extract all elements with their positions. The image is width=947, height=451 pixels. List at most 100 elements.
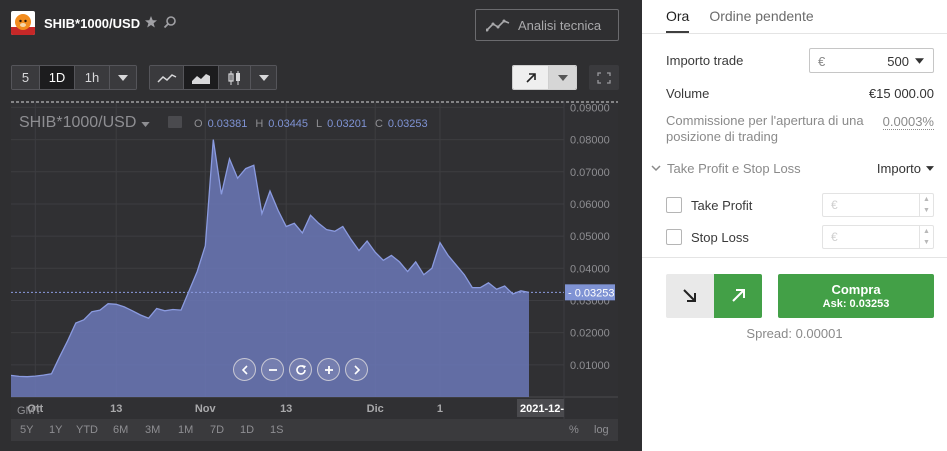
order-panel: Ora Ordine pendente Importo trade € 500 … [642, 0, 947, 451]
ohlc-value: 0.03445 [268, 118, 309, 130]
chart-type-dropdown-button[interactable] [251, 66, 276, 89]
take-profit-stepper[interactable]: ▲ ▼ [919, 194, 933, 216]
crosshair-date-label: 2021-12- [520, 403, 564, 415]
ohlc-label: H [255, 118, 264, 130]
stepper-down-icon[interactable]: ▼ [923, 239, 930, 246]
stepper-up-icon[interactable]: ▲ [923, 228, 930, 235]
minus-icon [268, 368, 277, 371]
ohlc-readout: O 0.03381 H 0.03445 L 0.03201 C 0.03253 [194, 118, 431, 130]
range-option[interactable]: 1M [178, 424, 193, 436]
arrow-tool-button[interactable] [513, 66, 549, 89]
take-profit-row: Take Profit [666, 197, 752, 213]
tpsl-label: Take Profit e Stop Loss [667, 161, 801, 176]
scroll-left-button[interactable] [233, 358, 256, 381]
chevron-down-icon [141, 122, 150, 127]
tab-pending-order[interactable]: Ordine pendente [709, 0, 813, 33]
interval-selector: 5 1D 1h [11, 65, 137, 90]
stop-loss-placeholder: € [831, 230, 838, 244]
stop-loss-input[interactable]: € ▲ ▼ [822, 225, 934, 249]
percent-scale-toggle[interactable]: % [569, 424, 579, 436]
interval-option[interactable]: 5 [12, 66, 40, 89]
search-icon[interactable] [163, 15, 177, 29]
chevron-down-icon [915, 58, 924, 64]
y-tick-label: 0.04000 [570, 263, 610, 275]
range-option[interactable]: 1Y [49, 424, 62, 436]
buy-direction-button[interactable] [714, 274, 762, 318]
direction-toggle [666, 274, 762, 318]
amount-value: 500 [887, 54, 909, 69]
interval-option[interactable]: 1h [75, 66, 110, 89]
range-option[interactable]: 7D [210, 424, 224, 436]
stepper-down-icon[interactable]: ▼ [923, 207, 930, 214]
stop-loss-stepper[interactable]: ▲ ▼ [919, 226, 933, 248]
x-tick-label: 1 [437, 403, 443, 415]
take-profit-input[interactable]: € ▲ ▼ [822, 193, 934, 217]
log-scale-toggle[interactable]: log [594, 424, 609, 436]
star-icon[interactable] [144, 15, 158, 29]
price-chart[interactable]: 0.09000 0.08000 0.07000 0.06000 0.05000 0.040… [11, 101, 618, 419]
chart-settings-icon[interactable] [168, 116, 182, 128]
chevron-down-icon [557, 74, 568, 81]
tpsl-mode-select[interactable]: Importo [877, 161, 934, 176]
current-price-label: - 0.03253 [568, 287, 614, 299]
stepper-up-icon[interactable]: ▲ [923, 196, 930, 203]
chart-panel: SHIB*1000/USD Analisi tecnica 5 1D 1h 0.… [0, 0, 642, 451]
take-profit-checkbox[interactable] [666, 197, 682, 213]
area-chart-button[interactable] [184, 66, 219, 89]
chevron-down-icon [118, 74, 128, 81]
line-chart-button[interactable] [150, 66, 184, 89]
take-profit-placeholder: € [831, 198, 838, 212]
range-option[interactable]: 1S [270, 424, 283, 436]
interval-dropdown-button[interactable] [110, 66, 136, 89]
y-tick-label: 0.02000 [570, 328, 610, 340]
candlestick-chart-button[interactable] [219, 66, 251, 89]
buy-ask-price: Ask: 0.03253 [822, 298, 890, 310]
ohlc-value: 0.03253 [387, 118, 428, 130]
tpsl-toggle[interactable]: Take Profit e Stop Loss [651, 161, 801, 176]
tab-market[interactable]: Ora [666, 0, 690, 33]
arrow-up-right-icon [525, 72, 536, 83]
range-option[interactable]: 5Y [20, 424, 33, 436]
candlestick-icon [227, 70, 240, 85]
drawing-tool-selector [512, 65, 577, 90]
chevron-right-icon [353, 364, 360, 375]
technical-analysis-button[interactable]: Analisi tecnica [475, 9, 619, 41]
y-tick-label: 0.05000 [570, 231, 610, 243]
refresh-icon [295, 364, 306, 375]
divider [642, 257, 947, 258]
range-option[interactable]: 3M [145, 424, 160, 436]
timezone-label: GMT [17, 405, 42, 417]
x-tick-label: 13 [280, 403, 292, 415]
technical-analysis-label: Analisi tecnica [518, 17, 602, 33]
commission-value[interactable]: 0.0003% [882, 114, 934, 130]
range-option[interactable]: 1D [240, 424, 254, 436]
range-option[interactable]: 6M [113, 424, 128, 436]
y-tick-label: 0.08000 [570, 135, 610, 147]
divider [642, 33, 947, 34]
fullscreen-icon [597, 71, 611, 84]
interval-option-active[interactable]: 1D [40, 66, 75, 89]
drawing-tool-dropdown-button[interactable] [549, 66, 576, 89]
chart-symbol-selector[interactable]: SHIB*1000/USD [19, 114, 150, 132]
chevron-down-icon [651, 165, 661, 172]
symbol-title: SHIB*1000/USD [44, 16, 141, 31]
arrow-up-right-icon [732, 289, 745, 302]
y-tick-label: 0.09000 [570, 102, 610, 114]
x-tick-label: 13 [110, 403, 122, 415]
y-tick-label: 0.07000 [570, 167, 610, 179]
range-option[interactable]: YTD [76, 424, 98, 436]
fullscreen-button[interactable] [589, 65, 619, 90]
order-tabs: Ora Ordine pendente [666, 0, 814, 33]
volume-label: Volume [666, 86, 710, 101]
zoom-in-button[interactable] [317, 358, 340, 381]
range-selector-bar: 5Y 1Y YTD 6M 3M 1M 7D 1D 1S % log [11, 419, 618, 441]
zoom-out-button[interactable] [261, 358, 284, 381]
sell-direction-button[interactable] [666, 274, 714, 318]
amount-select[interactable]: € 500 [809, 48, 934, 73]
reset-view-button[interactable] [289, 358, 312, 381]
stop-loss-checkbox[interactable] [666, 229, 682, 245]
scroll-right-button[interactable] [345, 358, 368, 381]
buy-button[interactable]: Compra Ask: 0.03253 [778, 274, 934, 318]
shib-logo-icon [11, 11, 35, 35]
chart-navigation [233, 358, 368, 381]
